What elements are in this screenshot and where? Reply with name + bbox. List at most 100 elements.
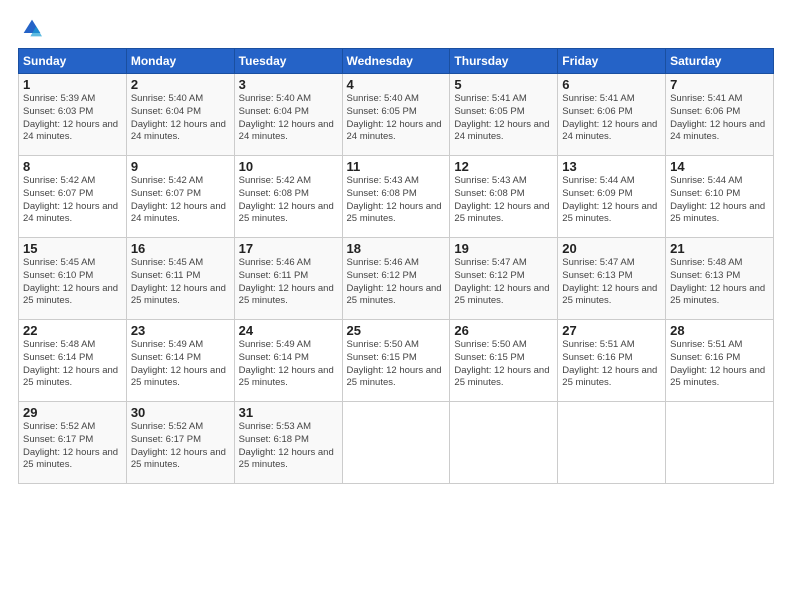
day-cell: 12 Sunrise: 5:43 AM Sunset: 6:08 PM Dayl… bbox=[450, 156, 558, 238]
day-cell: 8 Sunrise: 5:42 AM Sunset: 6:07 PM Dayli… bbox=[19, 156, 127, 238]
day-detail: Sunrise: 5:51 AM Sunset: 6:16 PM Dayligh… bbox=[670, 339, 769, 390]
day-cell bbox=[666, 402, 774, 484]
day-detail: Sunrise: 5:40 AM Sunset: 6:04 PM Dayligh… bbox=[131, 93, 230, 144]
header-cell-monday: Monday bbox=[126, 49, 234, 74]
day-cell bbox=[450, 402, 558, 484]
day-number: 24 bbox=[239, 323, 338, 338]
day-cell: 26 Sunrise: 5:50 AM Sunset: 6:15 PM Dayl… bbox=[450, 320, 558, 402]
page: SundayMondayTuesdayWednesdayThursdayFrid… bbox=[0, 0, 792, 612]
day-detail: Sunrise: 5:45 AM Sunset: 6:10 PM Dayligh… bbox=[23, 257, 122, 308]
day-cell: 4 Sunrise: 5:40 AM Sunset: 6:05 PM Dayli… bbox=[342, 74, 450, 156]
calendar-header: SundayMondayTuesdayWednesdayThursdayFrid… bbox=[19, 49, 774, 74]
header-cell-tuesday: Tuesday bbox=[234, 49, 342, 74]
day-number: 8 bbox=[23, 159, 122, 174]
day-detail: Sunrise: 5:47 AM Sunset: 6:12 PM Dayligh… bbox=[454, 257, 553, 308]
day-number: 6 bbox=[562, 77, 661, 92]
header bbox=[18, 18, 774, 38]
day-cell: 11 Sunrise: 5:43 AM Sunset: 6:08 PM Dayl… bbox=[342, 156, 450, 238]
day-detail: Sunrise: 5:41 AM Sunset: 6:05 PM Dayligh… bbox=[454, 93, 553, 144]
day-detail: Sunrise: 5:50 AM Sunset: 6:15 PM Dayligh… bbox=[454, 339, 553, 390]
day-detail: Sunrise: 5:52 AM Sunset: 6:17 PM Dayligh… bbox=[131, 421, 230, 472]
day-number: 19 bbox=[454, 241, 553, 256]
day-cell: 14 Sunrise: 5:44 AM Sunset: 6:10 PM Dayl… bbox=[666, 156, 774, 238]
day-detail: Sunrise: 5:42 AM Sunset: 6:07 PM Dayligh… bbox=[23, 175, 122, 226]
day-cell: 17 Sunrise: 5:46 AM Sunset: 6:11 PM Dayl… bbox=[234, 238, 342, 320]
day-cell: 20 Sunrise: 5:47 AM Sunset: 6:13 PM Dayl… bbox=[558, 238, 666, 320]
header-cell-thursday: Thursday bbox=[450, 49, 558, 74]
day-cell: 3 Sunrise: 5:40 AM Sunset: 6:04 PM Dayli… bbox=[234, 74, 342, 156]
logo bbox=[18, 18, 42, 38]
day-cell: 7 Sunrise: 5:41 AM Sunset: 6:06 PM Dayli… bbox=[666, 74, 774, 156]
week-row-3: 15 Sunrise: 5:45 AM Sunset: 6:10 PM Dayl… bbox=[19, 238, 774, 320]
day-cell: 6 Sunrise: 5:41 AM Sunset: 6:06 PM Dayli… bbox=[558, 74, 666, 156]
day-detail: Sunrise: 5:46 AM Sunset: 6:12 PM Dayligh… bbox=[347, 257, 446, 308]
day-cell: 21 Sunrise: 5:48 AM Sunset: 6:13 PM Dayl… bbox=[666, 238, 774, 320]
header-cell-friday: Friday bbox=[558, 49, 666, 74]
logo-text bbox=[18, 18, 42, 38]
day-detail: Sunrise: 5:51 AM Sunset: 6:16 PM Dayligh… bbox=[562, 339, 661, 390]
day-number: 5 bbox=[454, 77, 553, 92]
day-cell: 15 Sunrise: 5:45 AM Sunset: 6:10 PM Dayl… bbox=[19, 238, 127, 320]
day-cell: 16 Sunrise: 5:45 AM Sunset: 6:11 PM Dayl… bbox=[126, 238, 234, 320]
day-detail: Sunrise: 5:42 AM Sunset: 6:08 PM Dayligh… bbox=[239, 175, 338, 226]
day-number: 13 bbox=[562, 159, 661, 174]
day-detail: Sunrise: 5:41 AM Sunset: 6:06 PM Dayligh… bbox=[562, 93, 661, 144]
day-number: 25 bbox=[347, 323, 446, 338]
day-number: 3 bbox=[239, 77, 338, 92]
day-cell: 30 Sunrise: 5:52 AM Sunset: 6:17 PM Dayl… bbox=[126, 402, 234, 484]
day-cell: 13 Sunrise: 5:44 AM Sunset: 6:09 PM Dayl… bbox=[558, 156, 666, 238]
day-detail: Sunrise: 5:43 AM Sunset: 6:08 PM Dayligh… bbox=[347, 175, 446, 226]
calendar-table: SundayMondayTuesdayWednesdayThursdayFrid… bbox=[18, 48, 774, 484]
day-detail: Sunrise: 5:53 AM Sunset: 6:18 PM Dayligh… bbox=[239, 421, 338, 472]
day-detail: Sunrise: 5:50 AM Sunset: 6:15 PM Dayligh… bbox=[347, 339, 446, 390]
day-number: 31 bbox=[239, 405, 338, 420]
day-cell: 10 Sunrise: 5:42 AM Sunset: 6:08 PM Dayl… bbox=[234, 156, 342, 238]
day-number: 9 bbox=[131, 159, 230, 174]
day-cell: 9 Sunrise: 5:42 AM Sunset: 6:07 PM Dayli… bbox=[126, 156, 234, 238]
day-number: 12 bbox=[454, 159, 553, 174]
day-detail: Sunrise: 5:42 AM Sunset: 6:07 PM Dayligh… bbox=[131, 175, 230, 226]
day-detail: Sunrise: 5:49 AM Sunset: 6:14 PM Dayligh… bbox=[239, 339, 338, 390]
day-number: 16 bbox=[131, 241, 230, 256]
day-detail: Sunrise: 5:52 AM Sunset: 6:17 PM Dayligh… bbox=[23, 421, 122, 472]
day-cell: 23 Sunrise: 5:49 AM Sunset: 6:14 PM Dayl… bbox=[126, 320, 234, 402]
day-cell: 27 Sunrise: 5:51 AM Sunset: 6:16 PM Dayl… bbox=[558, 320, 666, 402]
day-detail: Sunrise: 5:39 AM Sunset: 6:03 PM Dayligh… bbox=[23, 93, 122, 144]
day-detail: Sunrise: 5:43 AM Sunset: 6:08 PM Dayligh… bbox=[454, 175, 553, 226]
day-detail: Sunrise: 5:40 AM Sunset: 6:05 PM Dayligh… bbox=[347, 93, 446, 144]
day-number: 4 bbox=[347, 77, 446, 92]
day-cell: 29 Sunrise: 5:52 AM Sunset: 6:17 PM Dayl… bbox=[19, 402, 127, 484]
day-detail: Sunrise: 5:44 AM Sunset: 6:09 PM Dayligh… bbox=[562, 175, 661, 226]
day-cell bbox=[342, 402, 450, 484]
day-detail: Sunrise: 5:41 AM Sunset: 6:06 PM Dayligh… bbox=[670, 93, 769, 144]
day-number: 29 bbox=[23, 405, 122, 420]
header-row: SundayMondayTuesdayWednesdayThursdayFrid… bbox=[19, 49, 774, 74]
day-number: 15 bbox=[23, 241, 122, 256]
day-number: 30 bbox=[131, 405, 230, 420]
day-cell: 24 Sunrise: 5:49 AM Sunset: 6:14 PM Dayl… bbox=[234, 320, 342, 402]
day-number: 7 bbox=[670, 77, 769, 92]
logo-icon bbox=[22, 18, 42, 38]
day-number: 2 bbox=[131, 77, 230, 92]
header-cell-sunday: Sunday bbox=[19, 49, 127, 74]
day-cell: 1 Sunrise: 5:39 AM Sunset: 6:03 PM Dayli… bbox=[19, 74, 127, 156]
week-row-2: 8 Sunrise: 5:42 AM Sunset: 6:07 PM Dayli… bbox=[19, 156, 774, 238]
day-cell: 22 Sunrise: 5:48 AM Sunset: 6:14 PM Dayl… bbox=[19, 320, 127, 402]
day-detail: Sunrise: 5:48 AM Sunset: 6:13 PM Dayligh… bbox=[670, 257, 769, 308]
day-number: 10 bbox=[239, 159, 338, 174]
day-number: 18 bbox=[347, 241, 446, 256]
day-cell: 19 Sunrise: 5:47 AM Sunset: 6:12 PM Dayl… bbox=[450, 238, 558, 320]
day-number: 1 bbox=[23, 77, 122, 92]
day-cell: 28 Sunrise: 5:51 AM Sunset: 6:16 PM Dayl… bbox=[666, 320, 774, 402]
day-number: 17 bbox=[239, 241, 338, 256]
day-detail: Sunrise: 5:40 AM Sunset: 6:04 PM Dayligh… bbox=[239, 93, 338, 144]
week-row-1: 1 Sunrise: 5:39 AM Sunset: 6:03 PM Dayli… bbox=[19, 74, 774, 156]
day-cell: 25 Sunrise: 5:50 AM Sunset: 6:15 PM Dayl… bbox=[342, 320, 450, 402]
day-number: 21 bbox=[670, 241, 769, 256]
day-detail: Sunrise: 5:48 AM Sunset: 6:14 PM Dayligh… bbox=[23, 339, 122, 390]
header-cell-saturday: Saturday bbox=[666, 49, 774, 74]
day-number: 20 bbox=[562, 241, 661, 256]
day-number: 11 bbox=[347, 159, 446, 174]
day-detail: Sunrise: 5:47 AM Sunset: 6:13 PM Dayligh… bbox=[562, 257, 661, 308]
day-cell: 5 Sunrise: 5:41 AM Sunset: 6:05 PM Dayli… bbox=[450, 74, 558, 156]
